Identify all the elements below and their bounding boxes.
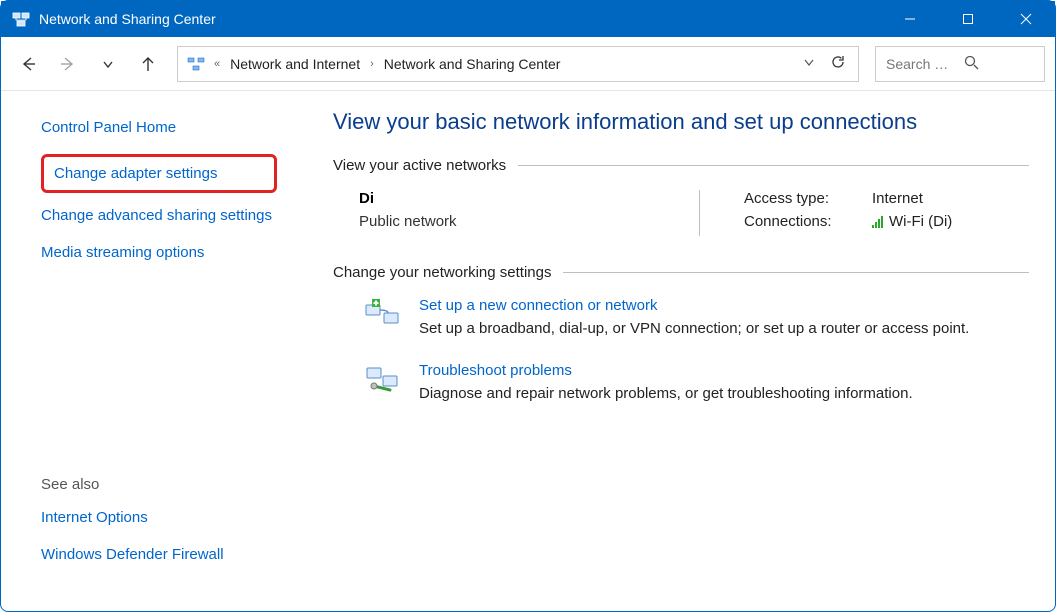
network-name: Di (359, 190, 659, 207)
see-also-section: See also Internet Options Windows Defend… (41, 476, 277, 591)
troubleshoot-desc: Diagnose and repair network problems, or… (419, 383, 913, 405)
forward-button[interactable] (51, 47, 85, 81)
breadcrumb-overflow-icon[interactable]: « (214, 58, 220, 70)
sidebar-link-firewall[interactable]: Windows Defender Firewall (41, 544, 277, 565)
recent-dropdown-button[interactable] (91, 47, 125, 81)
window-title: Network and Sharing Center (39, 11, 881, 27)
network-type: Public network (359, 213, 659, 230)
active-networks-header: View your active networks (333, 157, 1029, 174)
sidebar-link-internet-options[interactable]: Internet Options (41, 507, 277, 528)
sidebar-link-advanced-sharing[interactable]: Change advanced sharing settings (41, 205, 277, 226)
app-icon (11, 9, 31, 29)
access-type-label: Access type: (744, 190, 854, 207)
search-icon (964, 55, 1034, 73)
breadcrumb-item[interactable]: Network and Internet (226, 54, 364, 74)
vertical-divider (699, 190, 700, 236)
active-network-row: Di Public network Access type: Internet … (333, 190, 1029, 236)
page-heading: View your basic network information and … (333, 109, 1029, 135)
main-panel: View your basic network information and … (297, 91, 1055, 611)
address-bar[interactable]: « Network and Internet › Network and Sha… (177, 46, 859, 82)
wifi-signal-icon (872, 216, 883, 228)
search-placeholder: Search C... (886, 56, 956, 72)
window-titlebar: Network and Sharing Center (1, 1, 1055, 37)
connections-label: Connections: (744, 213, 854, 230)
troubleshoot-title: Troubleshoot problems (419, 362, 572, 379)
network-details: Access type: Internet Connections: Wi-Fi… (740, 190, 1029, 236)
breadcrumb-item[interactable]: Network and Sharing Center (380, 54, 565, 74)
change-settings-header: Change your networking settings (333, 264, 1029, 281)
setup-connection-icon (363, 297, 401, 335)
window-controls (881, 1, 1055, 37)
setup-connection-title: Set up a new connection or network (419, 297, 657, 314)
access-type-value: Internet (872, 190, 923, 207)
troubleshoot-item[interactable]: Troubleshoot problems Diagnose and repai… (333, 362, 1029, 405)
setup-connection-item[interactable]: Set up a new connection or network Set u… (333, 297, 1029, 340)
address-dropdown-button[interactable] (802, 55, 816, 72)
minimize-button[interactable] (881, 1, 939, 37)
search-input[interactable]: Search C... (875, 46, 1045, 82)
close-button[interactable] (997, 1, 1055, 37)
back-button[interactable] (11, 47, 45, 81)
chevron-right-icon: › (370, 58, 374, 70)
setup-connection-desc: Set up a broadband, dial-up, or VPN conn… (419, 318, 969, 340)
sidebar-link-media-streaming[interactable]: Media streaming options (41, 242, 277, 263)
up-button[interactable] (131, 47, 165, 81)
refresh-button[interactable] (830, 54, 846, 73)
navigation-toolbar: « Network and Internet › Network and Sha… (1, 37, 1055, 91)
see-also-label: See also (41, 476, 277, 493)
connection-link[interactable]: Wi-Fi (Di) (872, 213, 952, 230)
maximize-button[interactable] (939, 1, 997, 37)
sidebar-link-adapter-settings[interactable]: Change adapter settings (41, 154, 277, 193)
location-icon (186, 54, 206, 74)
sidebar-link-home[interactable]: Control Panel Home (41, 117, 277, 138)
content-area: Control Panel Home Change adapter settin… (1, 91, 1055, 611)
sidebar: Control Panel Home Change adapter settin… (1, 91, 297, 611)
troubleshoot-icon (363, 362, 401, 400)
network-identity: Di Public network (359, 190, 659, 236)
